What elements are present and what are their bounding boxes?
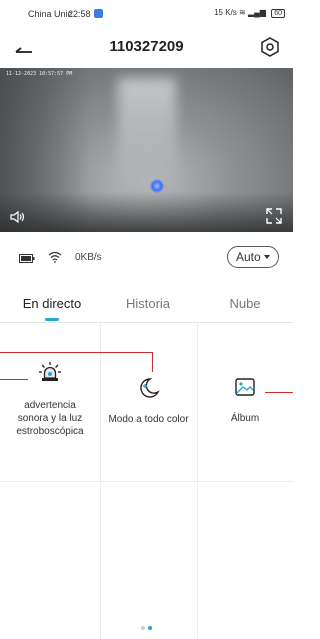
feature-grid: advertencia sonora y la luz estroboscópi…: [0, 323, 293, 639]
annotation-line: [152, 352, 153, 372]
full-color-mode-label: Modo a todo color: [108, 414, 189, 425]
quality-value: Auto: [236, 250, 261, 264]
image-icon: [235, 378, 255, 396]
quality-dropdown[interactable]: Auto: [227, 246, 279, 268]
video-highlight: [118, 78, 176, 198]
annotation-line: [0, 379, 28, 380]
sound-light-alarm-button[interactable]: advertencia sonora y la luz estroboscópi…: [0, 361, 100, 438]
battery-status: 60: [271, 9, 285, 18]
full-color-mode-button[interactable]: Modo a todo color: [100, 377, 197, 426]
status-time: 22:58: [68, 9, 91, 19]
header: 110327209: [0, 28, 293, 68]
signal-speed-unit: K/s: [225, 8, 237, 17]
notification-icon: [94, 9, 103, 18]
page-title: 110327209: [109, 38, 184, 55]
wifi-status-icon: ≋: [239, 8, 246, 17]
annotation-line: [265, 392, 293, 393]
transfer-speed: 0KB/s: [75, 252, 102, 263]
page-dot: [141, 626, 145, 630]
status-bar: China Unic 22:58 15 K/s ≋ ▂▄▆ 60: [0, 0, 293, 28]
status-icons: 15 K/s ≋ ▂▄▆ 60: [214, 8, 285, 18]
tab-cloud[interactable]: Nube: [203, 296, 287, 311]
page-dot-active: [148, 626, 152, 630]
siren-icon: [39, 362, 61, 381]
signal-speed: 15: [214, 8, 224, 17]
sound-light-alarm-label-1: advertencia: [24, 400, 76, 411]
tab-history[interactable]: Historia: [103, 296, 193, 311]
speaker-icon[interactable]: [10, 210, 26, 224]
moon-star-icon: [139, 378, 160, 398]
tab-live[interactable]: En directo: [8, 296, 96, 311]
tab-bar: En directo Historia Nube: [0, 286, 293, 322]
album-label: Álbum: [230, 413, 260, 424]
wifi-icon: [48, 251, 62, 263]
chevron-down-icon: [264, 255, 270, 259]
carrier-name: China Unic: [28, 9, 73, 19]
settings-icon[interactable]: [259, 36, 281, 58]
blue-light: [150, 179, 164, 193]
grid-divider: [0, 481, 293, 482]
battery-icon: [19, 254, 35, 263]
album-button[interactable]: Álbum: [197, 377, 293, 425]
video-timestamp: 11-12-2023 10:57:57 PM: [6, 71, 73, 77]
fullscreen-icon[interactable]: [266, 208, 282, 224]
video-overlay: [0, 192, 293, 232]
annotation-line: [0, 352, 152, 353]
sound-light-alarm-label-3: estroboscópica: [16, 426, 84, 437]
active-tab-indicator: [45, 318, 59, 321]
page-indicator: [141, 626, 155, 631]
sound-light-alarm-label-2: sonora y la luz: [17, 413, 83, 424]
cell-signal-icon: ▂▄▆: [247, 8, 266, 17]
status-info-bar: 0KB/s Auto: [0, 232, 293, 284]
live-video[interactable]: 11-12-2023 10:57:57 PM: [0, 68, 293, 232]
